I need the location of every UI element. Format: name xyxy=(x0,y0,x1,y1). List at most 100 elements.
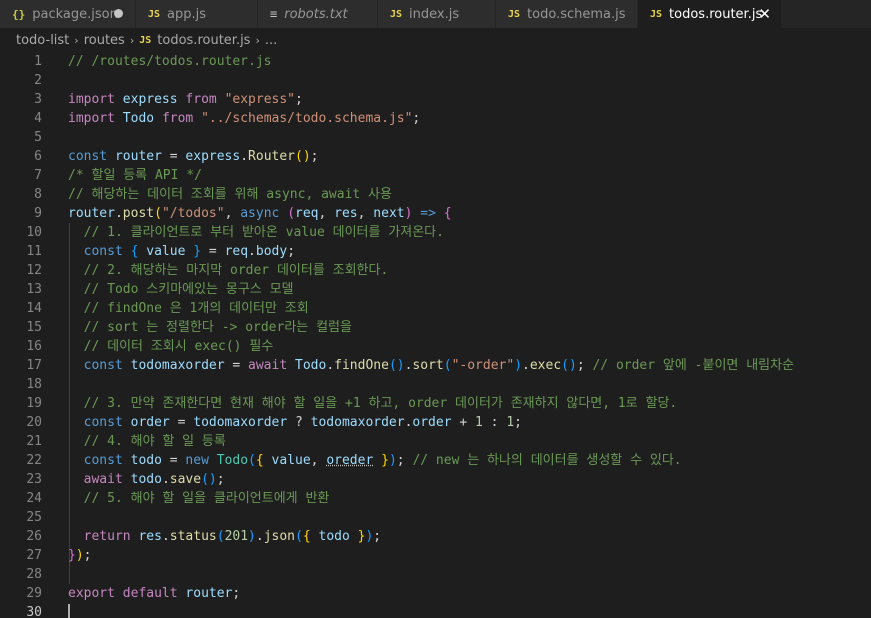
line-number: 8 xyxy=(34,187,42,202)
line-number: 28 xyxy=(26,567,42,582)
code-line[interactable]: 26 return res.status(201).json({ todo })… xyxy=(0,527,871,546)
tab-label: todos.router.js xyxy=(669,6,763,22)
breadcrumb-item-file[interactable]: todos.router.js xyxy=(157,33,250,48)
code-line[interactable]: 25 xyxy=(0,508,871,527)
code-line[interactable]: 20 const order = todomaxorder ? todomaxo… xyxy=(0,413,871,432)
code-text: const todomaxorder = await Todo.findOne(… xyxy=(83,358,795,373)
line-number: 2 xyxy=(34,73,42,88)
line-number: 4 xyxy=(34,111,42,126)
code-text: const todo = new Todo({ value, oreder })… xyxy=(83,453,682,468)
code-line[interactable]: 22 const todo = new Todo({ value, oreder… xyxy=(0,451,871,470)
line-number: 27 xyxy=(26,548,42,563)
tab-bar: {} package.json JS app.js ≡ robots.txt JS index… xyxy=(0,0,871,28)
line-number: 3 xyxy=(34,92,42,107)
tab-label: package.json xyxy=(32,6,118,22)
tab-package-json[interactable]: {} package.json xyxy=(0,0,136,28)
code-line[interactable]: 13 // Todo 스키마에있는 몽구스 모델 xyxy=(0,280,871,299)
code-text: // Todo 스키마에있는 몽구스 모델 xyxy=(83,282,294,297)
code-line[interactable]: 14 // findOne 은 1개의 데이터만 조회 xyxy=(0,299,871,318)
code-line[interactable]: 19 // 3. 만약 존재한다면 현재 해야 할 일을 +1 하고, orde… xyxy=(0,394,871,413)
code-line[interactable]: 1 // /routes/todos.router.js xyxy=(0,52,871,71)
code-line[interactable]: 28 xyxy=(0,565,871,584)
code-line[interactable]: 30 xyxy=(0,603,871,618)
code-line[interactable]: 6 const router = express.Router(); xyxy=(0,147,871,166)
js-file-icon: JS xyxy=(508,8,521,20)
line-number: 30 xyxy=(26,605,42,618)
code-line[interactable]: 15 // sort 는 정렬한다 -> order라는 컬럼을 xyxy=(0,318,871,337)
code-text: // findOne 은 1개의 데이터만 조회 xyxy=(83,301,309,316)
js-file-icon: JS xyxy=(139,34,152,46)
close-icon[interactable]: ✕ xyxy=(758,5,771,23)
js-file-icon: JS xyxy=(650,8,663,20)
line-number: 5 xyxy=(34,130,42,145)
line-number: 13 xyxy=(26,282,42,297)
line-number: 12 xyxy=(26,263,42,278)
code-text: // 4. 해야 할 일 등록 xyxy=(83,434,226,449)
code-line[interactable]: 2 xyxy=(0,71,871,90)
code-text: // 해당하는 데이터 조회를 위해 async, await 사용 xyxy=(68,187,392,202)
code-line[interactable]: 17 const todomaxorder = await Todo.findO… xyxy=(0,356,871,375)
code-text: return res.status(201).json({ todo }); xyxy=(83,529,382,544)
code-text: const order = todomaxorder ? todomaxorde… xyxy=(83,415,522,430)
code-text: // sort 는 정렬한다 -> order라는 컬럼을 xyxy=(83,320,352,335)
line-number: 6 xyxy=(34,149,42,164)
line-number: 26 xyxy=(26,529,42,544)
code-text: const router = express.Router(); xyxy=(68,149,319,164)
tab-robots-txt[interactable]: ≡ robots.txt xyxy=(258,0,378,28)
code-line[interactable]: 27}); xyxy=(0,546,871,565)
code-text: // 5. 해야 할 일을 클라이언트에게 반환 xyxy=(83,491,330,506)
chevron-right-icon: › xyxy=(255,33,260,47)
code-text: // 3. 만약 존재한다면 현재 해야 할 일을 +1 하고, order 데… xyxy=(83,396,678,411)
code-line[interactable]: 21 // 4. 해야 할 일 등록 xyxy=(0,432,871,451)
json-file-icon: {} xyxy=(12,7,26,21)
tab-index-js[interactable]: JS index.js xyxy=(378,0,496,28)
code-line[interactable]: 12 // 2. 해당하는 마지막 order 데이터를 조회한다. xyxy=(0,261,871,280)
breadcrumb: todo-list › routes › JS todos.router.js … xyxy=(0,28,871,52)
code-line[interactable]: 7 /* 할일 등록 API */ xyxy=(0,166,871,185)
code-text: import Todo from "../schemas/todo.schema… xyxy=(68,111,421,126)
txt-file-icon: ≡ xyxy=(270,7,278,21)
line-number: 23 xyxy=(26,472,42,487)
line-number: 21 xyxy=(26,434,42,449)
chevron-right-icon: › xyxy=(129,33,135,47)
code-line[interactable]: 16 // 데이터 조회시 exec() 필수 xyxy=(0,337,871,356)
code-text: /* 할일 등록 API */ xyxy=(68,168,202,183)
line-number: 1 xyxy=(34,54,42,69)
line-number: 18 xyxy=(26,377,42,392)
line-number: 10 xyxy=(26,225,42,240)
code-text: // /routes/todos.router.js xyxy=(68,54,272,69)
code-line[interactable]: 8 // 해당하는 데이터 조회를 위해 async, await 사용 xyxy=(0,185,871,204)
tab-todos-router-js[interactable]: JS todos.router.js ✕ xyxy=(638,0,782,28)
tab-todo-schema-js[interactable]: JS todo.schema.js xyxy=(496,0,638,28)
code-line[interactable]: 18 xyxy=(0,375,871,394)
breadcrumb-item-folder[interactable]: todo-list xyxy=(16,33,69,48)
tab-label: robots.txt xyxy=(284,6,348,22)
line-number: 17 xyxy=(26,358,42,373)
line-number: 20 xyxy=(26,415,42,430)
breadcrumb-item-symbols[interactable]: ... xyxy=(265,33,277,48)
js-file-icon: JS xyxy=(148,8,161,20)
line-number: 11 xyxy=(26,244,42,259)
code-text: }); xyxy=(68,548,92,563)
code-text: export default router; xyxy=(68,586,241,601)
tab-app-js[interactable]: JS app.js xyxy=(136,0,258,28)
code-text: import express from "express"; xyxy=(68,92,303,107)
code-line[interactable]: 24 // 5. 해야 할 일을 클라이언트에게 반환 xyxy=(0,489,871,508)
code-line[interactable]: 29 export default router; xyxy=(0,584,871,603)
code-editor[interactable]: 1// /routes/todos.router.js 2 3 import expr… xyxy=(0,52,871,618)
breadcrumb-item-routes[interactable]: routes xyxy=(84,33,125,48)
code-text: router.post("/todos", async (req, res, n… xyxy=(68,206,452,221)
code-line[interactable]: 11 const { value } = req.body; xyxy=(0,242,871,261)
code-line[interactable]: 3 import express from "express"; xyxy=(0,90,871,109)
tab-label: todo.schema.js xyxy=(527,6,626,22)
text-cursor xyxy=(68,604,70,618)
code-line[interactable]: 4 import Todo from "../schemas/todo.schem… xyxy=(0,109,871,128)
unsaved-dot-icon[interactable] xyxy=(114,9,123,18)
code-line[interactable]: 5 xyxy=(0,128,871,147)
code-text: // 데이터 조회시 exec() 필수 xyxy=(83,339,274,354)
code-line[interactable]: 9 router.post("/todos", async (req, res, … xyxy=(0,204,871,223)
code-text: // 1. 클라이언트로 부터 받아온 value 데이터를 가져온다. xyxy=(83,225,444,240)
code-text: const { value } = req.body; xyxy=(83,244,296,259)
code-line[interactable]: 10 // 1. 클라이언트로 부터 받아온 value 데이터를 가져온다. xyxy=(0,223,871,242)
code-line[interactable]: 23 await todo.save(); xyxy=(0,470,871,489)
